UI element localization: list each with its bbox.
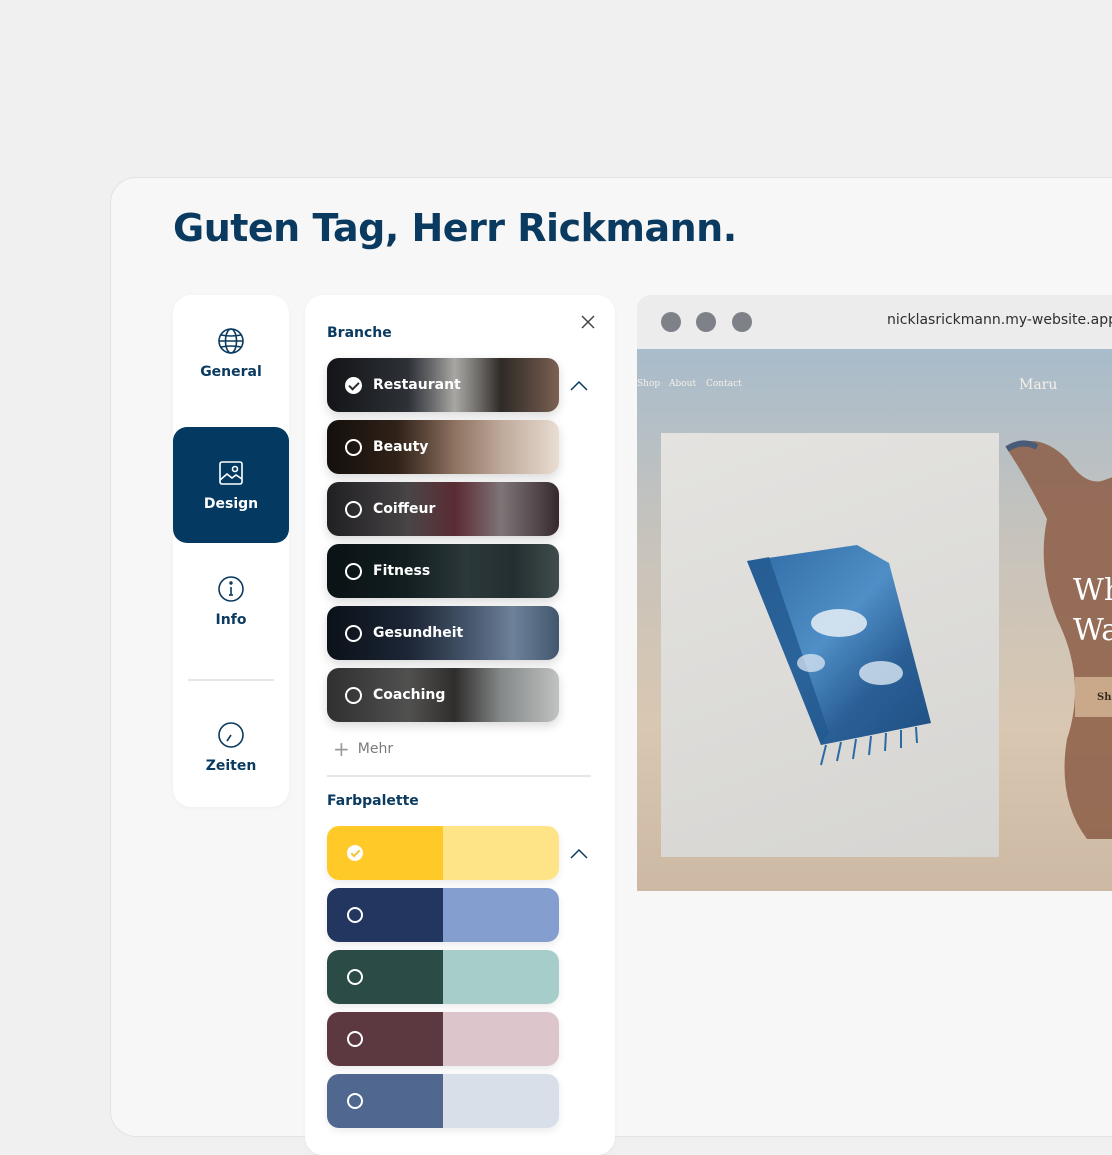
nav-item-label: Design xyxy=(203,496,259,512)
palette-option-slate[interactable] xyxy=(327,1074,559,1128)
radio-icon xyxy=(347,1031,363,1047)
site-nav-link[interactable]: Contact xyxy=(706,379,742,389)
nav-item-label: Info xyxy=(215,612,247,628)
radio-icon xyxy=(347,1093,363,1109)
branche-option-label: Coiffeur xyxy=(373,501,436,517)
radio-icon xyxy=(345,624,362,642)
branche-option-coiffeur[interactable]: Coiffeur xyxy=(327,482,559,536)
farbpalette-title: Farbpalette xyxy=(327,793,419,809)
close-icon[interactable] xyxy=(579,313,597,331)
palette-option-navy[interactable] xyxy=(327,888,559,942)
palette-option-yellow[interactable] xyxy=(327,826,559,880)
browser-url: nicklasrickmann.my-website.app xyxy=(887,312,1112,328)
radio-icon xyxy=(345,438,362,456)
nav-item-zeiten[interactable]: Zeiten xyxy=(173,689,289,805)
info-icon xyxy=(218,576,244,602)
site-brand: Maru xyxy=(1019,377,1058,393)
branche-option-label: Gesundheit xyxy=(373,625,464,641)
radio-checked-icon xyxy=(345,376,362,394)
branche-title: Branche xyxy=(327,325,392,341)
site-hero: Shop About Contact Maru W Wa Sh xyxy=(637,349,1112,891)
branche-option-fitness[interactable]: Fitness xyxy=(327,544,559,598)
website-preview: nicklasrickmann.my-website.app Shop Abou… xyxy=(637,295,1112,891)
branche-option-coaching[interactable]: Coaching xyxy=(327,668,559,722)
nav-item-label: Zeiten xyxy=(205,758,257,774)
radio-icon xyxy=(345,686,362,704)
branche-option-restaurant[interactable]: Restaurant xyxy=(327,358,559,412)
nav-divider xyxy=(188,679,274,681)
branche-option-label: Beauty xyxy=(373,439,429,455)
nav-item-label: General xyxy=(200,364,262,380)
palette-option-green[interactable] xyxy=(327,950,559,1004)
branche-option-label: Restaurant xyxy=(373,377,461,393)
hero-heading-line: Wh xyxy=(1073,573,1112,608)
chevron-up-icon[interactable] xyxy=(569,846,589,860)
page-title: Guten Tag, Herr Rickmann. xyxy=(173,206,737,250)
nav-panel: General Design Info Zeiten xyxy=(173,295,289,807)
design-options-panel: Branche Restaurant Beauty Coiffeur Fitne… xyxy=(305,295,615,1155)
clock-icon xyxy=(218,722,244,748)
shop-button[interactable]: Sho xyxy=(1075,677,1112,717)
site-nav-link[interactable]: Shop xyxy=(637,379,660,389)
radio-icon xyxy=(345,500,362,518)
towel-image-icon xyxy=(747,545,931,766)
more-label: Mehr xyxy=(357,741,394,757)
radio-icon xyxy=(347,907,363,923)
globe-icon xyxy=(218,328,244,354)
branche-option-beauty[interactable]: Beauty xyxy=(327,420,559,474)
window-dot-icon xyxy=(661,312,681,332)
branche-option-gesundheit[interactable]: Gesundheit xyxy=(327,606,559,660)
nav-item-design[interactable]: Design xyxy=(173,427,289,543)
nav-item-general[interactable]: General xyxy=(173,295,289,411)
section-divider xyxy=(327,775,591,777)
hero-heading-line: Wa xyxy=(1073,613,1112,648)
site-nav-link[interactable]: About xyxy=(669,379,696,389)
branche-option-label: Coaching xyxy=(373,687,446,703)
nav-item-info[interactable]: Info xyxy=(173,543,289,659)
window-dot-icon xyxy=(732,312,752,332)
radio-icon xyxy=(347,969,363,985)
browser-bar: nicklasrickmann.my-website.app xyxy=(637,295,1112,349)
more-branche-link[interactable]: + Mehr xyxy=(333,737,394,761)
plus-icon: + xyxy=(333,737,350,761)
chevron-up-icon[interactable] xyxy=(569,378,589,392)
image-icon xyxy=(219,461,243,485)
branche-option-label: Fitness xyxy=(373,563,431,579)
app-window: Guten Tag, Herr Rickmann. General Design xyxy=(110,177,1112,1155)
palette-option-plum[interactable] xyxy=(327,1012,559,1066)
window-dot-icon xyxy=(696,312,716,332)
radio-checked-icon xyxy=(347,845,363,861)
product-photo xyxy=(661,433,999,857)
radio-icon xyxy=(345,562,362,580)
